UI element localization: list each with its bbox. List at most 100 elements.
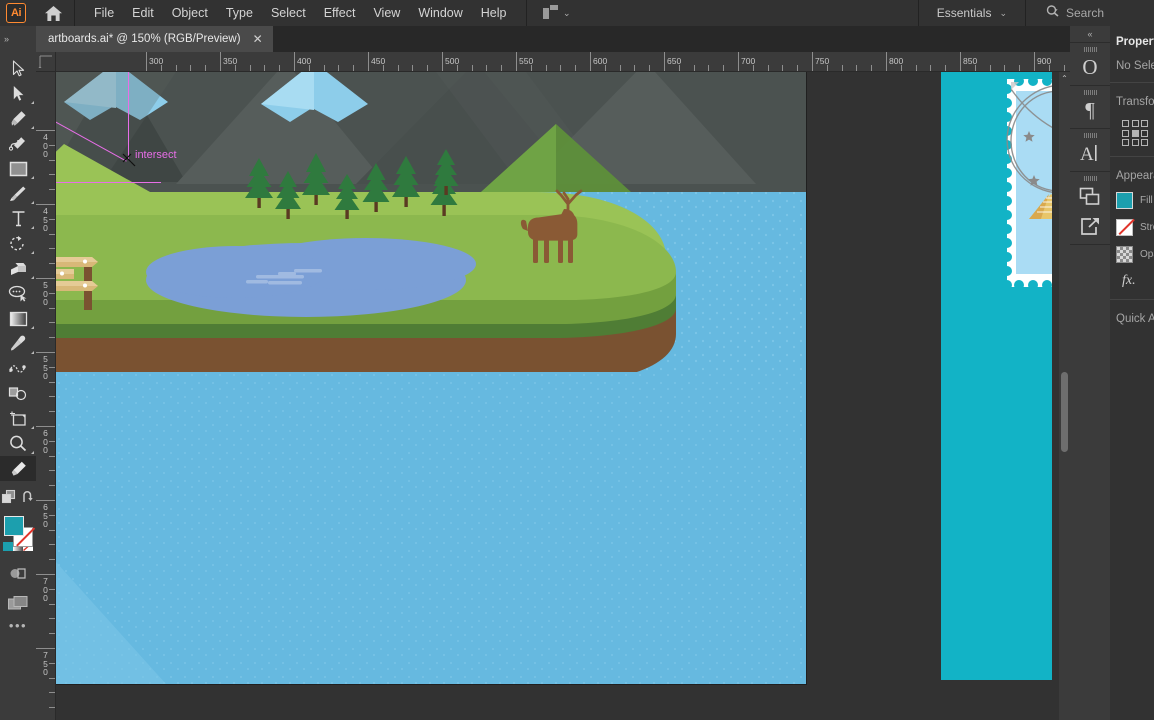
drawing-modes-button[interactable] xyxy=(0,558,36,588)
ruler-minor-tick xyxy=(397,65,399,71)
menu-help[interactable]: Help xyxy=(472,2,516,24)
menu-bar-right: Essentials ⌄ Search xyxy=(908,0,1154,26)
character-panel-icon[interactable]: O xyxy=(1070,52,1110,82)
direct-selection-tool[interactable] xyxy=(0,81,36,106)
ref-pt-tl[interactable] xyxy=(1122,120,1129,127)
swap-fill-stroke-icon[interactable] xyxy=(21,490,35,509)
menu-select[interactable]: Select xyxy=(262,2,315,24)
lasso-tool[interactable] xyxy=(0,281,36,306)
tool-flyout-indicator xyxy=(31,126,34,129)
fx-button[interactable]: fx. xyxy=(1110,263,1154,289)
edit-toolbar-button[interactable]: ••• xyxy=(0,618,36,633)
horizontal-ruler[interactable]: 3003504004505005506006507007508008509009… xyxy=(56,52,1154,72)
menu-file[interactable]: File xyxy=(85,2,123,24)
panel-grip[interactable] xyxy=(1070,43,1110,52)
asset-export-panel-icon[interactable] xyxy=(1070,211,1110,241)
type-tool[interactable] xyxy=(0,206,36,231)
collapse-panels-button[interactable]: « xyxy=(1070,26,1110,42)
blend-tool[interactable] xyxy=(0,356,36,381)
ruler-major-tick xyxy=(442,52,443,71)
ref-pt-br[interactable] xyxy=(1141,139,1148,146)
menu-object[interactable]: Object xyxy=(163,2,217,24)
appearance-opacity-row[interactable]: Opacity xyxy=(1110,236,1154,263)
paragraph-panel-icon[interactable]: ¶ xyxy=(1070,95,1110,125)
chevron-down-icon: ⌄ xyxy=(999,7,1007,18)
reference-point-grid[interactable] xyxy=(1122,120,1148,146)
search-label: Search xyxy=(1066,6,1105,20)
menu-type[interactable]: Type xyxy=(217,2,262,24)
artboard-tool[interactable] xyxy=(0,406,36,431)
document-tab[interactable]: artboards.ai* @ 150% (RGB/Preview) ✕ xyxy=(36,26,273,52)
fill-color-swatch[interactable] xyxy=(4,516,24,536)
shape-builder-tool[interactable] xyxy=(0,381,36,406)
canvas-vertical-scrollbar[interactable]: ⌃ xyxy=(1059,72,1070,720)
ruler-minor-tick xyxy=(545,65,547,71)
document-tab-title: artboards.ai* @ 150% (RGB/Preview) xyxy=(48,33,241,45)
menu-effect[interactable]: Effect xyxy=(315,2,365,24)
scrollbar-thumb[interactable] xyxy=(1061,372,1068,452)
shape-modes-icon[interactable] xyxy=(1,489,18,509)
menu-bar: Ai File Edit Object Type Select Effect V… xyxy=(0,0,1154,26)
tool-flyout-indicator xyxy=(31,426,34,429)
rotate-tool[interactable] xyxy=(0,231,36,256)
vertical-ruler[interactable]: 4 0 04 5 05 0 05 5 06 0 06 5 07 0 07 5 0… xyxy=(36,72,56,720)
ruler-minor-tick xyxy=(412,65,414,71)
curvature-tool[interactable] xyxy=(0,131,36,156)
glyphs-panel-icon[interactable]: A xyxy=(1070,138,1110,168)
ref-pt-mc[interactable] xyxy=(1131,129,1139,137)
ruler-minor-tick xyxy=(49,218,55,220)
toolbar-expand-toggle[interactable]: » xyxy=(0,26,36,52)
ruler-minor-tick xyxy=(649,65,651,71)
color-swatch-button[interactable] xyxy=(3,542,13,551)
ref-pt-mr[interactable] xyxy=(1141,129,1148,137)
panel-grip[interactable] xyxy=(1070,86,1110,95)
menu-view[interactable]: View xyxy=(364,2,409,24)
selection-tool[interactable] xyxy=(0,56,36,81)
search-field[interactable]: Search xyxy=(1036,5,1154,21)
ruler-minor-tick xyxy=(49,559,55,561)
scroll-up-icon[interactable]: ⌃ xyxy=(1059,72,1070,85)
layers-panel-icon[interactable] xyxy=(1070,181,1110,211)
ref-pt-tr[interactable] xyxy=(1141,120,1148,127)
panel-grip[interactable] xyxy=(1070,129,1110,138)
eyedropper-tool[interactable] xyxy=(0,331,36,356)
smart-guide-vertical xyxy=(128,72,129,160)
ref-pt-ml[interactable] xyxy=(1122,129,1129,137)
panel-grip[interactable] xyxy=(1070,172,1110,181)
document-tab-bar: » artboards.ai* @ 150% (RGB/Preview) ✕ xyxy=(0,26,1154,52)
stamp-artboard[interactable] xyxy=(941,72,1052,680)
landscape-artboard[interactable]: intersect xyxy=(56,72,806,684)
stroke-swatch[interactable] xyxy=(1116,219,1133,236)
arrange-documents-button[interactable]: ⌄ xyxy=(537,4,577,22)
shaper-tool[interactable] xyxy=(0,456,36,481)
paintbrush-tool[interactable] xyxy=(0,181,36,206)
zoom-tool[interactable] xyxy=(0,431,36,456)
ruler-minor-tick xyxy=(49,233,55,235)
ref-pt-bl[interactable] xyxy=(1122,139,1129,146)
appearance-fill-row[interactable]: Fill xyxy=(1110,182,1154,209)
ruler-minor-tick xyxy=(989,65,991,71)
appearance-stroke-row[interactable]: Stroke xyxy=(1110,209,1154,236)
eraser-tool[interactable] xyxy=(0,256,36,281)
canvas-area[interactable]: intersect ⌃ xyxy=(56,72,1070,720)
svg-text:A: A xyxy=(1080,144,1094,164)
ruler-minor-tick xyxy=(49,485,55,487)
ruler-major-tick xyxy=(590,52,591,71)
change-screen-mode-button[interactable] xyxy=(0,588,36,618)
ruler-corner[interactable] xyxy=(36,52,56,72)
rectangle-tool[interactable] xyxy=(0,156,36,181)
ref-pt-tc[interactable] xyxy=(1131,120,1139,127)
menu-edit[interactable]: Edit xyxy=(123,2,163,24)
menu-window[interactable]: Window xyxy=(409,2,471,24)
ref-pt-bc[interactable] xyxy=(1131,139,1139,146)
pen-tool[interactable] xyxy=(0,106,36,131)
fill-swatch[interactable] xyxy=(1116,192,1133,209)
close-icon[interactable]: ✕ xyxy=(253,33,263,45)
workspace-switcher[interactable]: Essentials ⌄ xyxy=(929,3,1015,23)
opacity-swatch[interactable] xyxy=(1116,246,1133,263)
ruler-minor-tick xyxy=(49,633,55,635)
home-icon[interactable] xyxy=(42,3,64,23)
transform-section-title: Transform xyxy=(1110,82,1154,108)
illustrator-window: Ai File Edit Object Type Select Effect V… xyxy=(0,0,1154,720)
gradient-tool[interactable] xyxy=(0,306,36,331)
